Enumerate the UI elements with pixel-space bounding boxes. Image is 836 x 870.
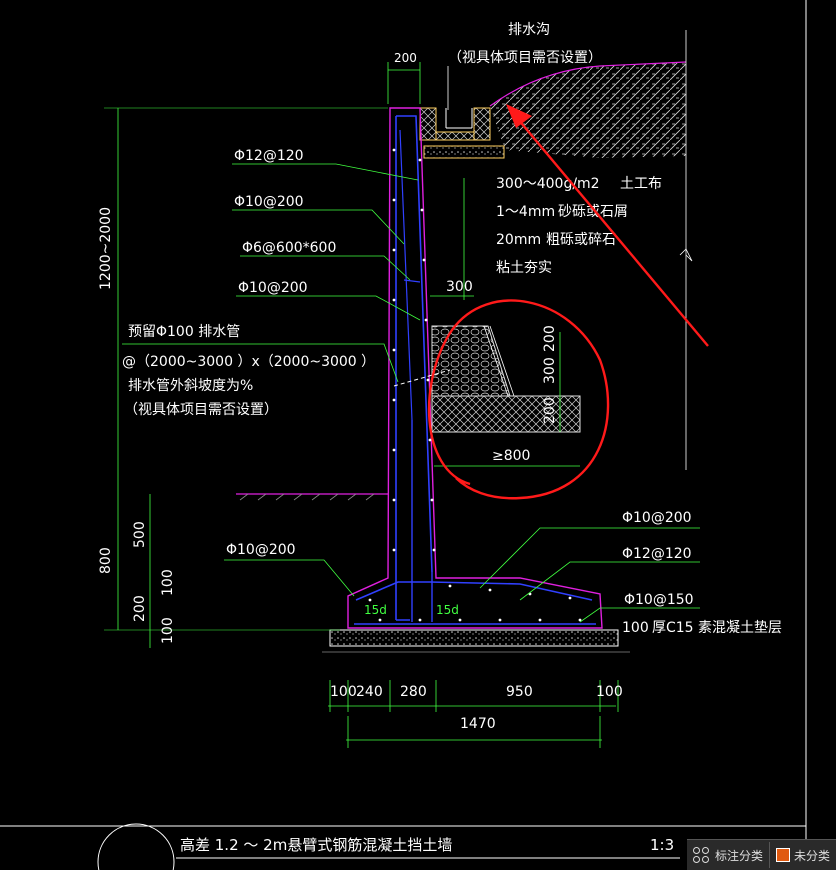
bottom-dim-4: 950 xyxy=(506,684,533,700)
annotation-toolbar: 标注分类 未分类 xyxy=(686,839,836,870)
unclassified-label: 未分类 xyxy=(793,848,830,863)
drain-ditch-title: 排水沟 xyxy=(508,22,550,38)
drawing-title: 高差 1.2 ～ 2m悬臂式钢筋混凝土挡土墙 xyxy=(180,836,452,854)
left-dim-lower: 200 xyxy=(132,595,148,622)
base-rebar-label-1: Φ10@200 xyxy=(622,510,692,526)
wall-rebar-inner xyxy=(396,115,433,573)
filter-width-label: ≥800 xyxy=(492,448,530,464)
geotextile-spec: 300～400g/m2 xyxy=(496,176,600,192)
retaining-wall-drawing: 排水沟 （视具体项目需否设置） 200 15d 15d 200 300 200 … xyxy=(0,0,807,870)
title-circle xyxy=(97,823,175,870)
rebar-label-3: Φ6@600*600 xyxy=(242,240,336,256)
bottom-dim-5: 100 xyxy=(596,684,623,700)
drawing-scale: 1:3 xyxy=(650,836,674,854)
left-dim-total: 800 xyxy=(98,547,114,574)
classify-label: 标注分类 xyxy=(714,848,763,863)
bottom-dim-3: 280 xyxy=(400,684,427,700)
gravel-spec: 20mm xyxy=(496,232,541,248)
anchor-label-left: 15d xyxy=(364,603,387,617)
drain-pipe-line4: （视具体项目需否设置） xyxy=(124,402,278,418)
wall-rebar-diag xyxy=(399,129,421,421)
dim-300-label: 300 xyxy=(446,279,473,295)
classify-button[interactable]: 标注分类 xyxy=(687,842,769,868)
drain-ditch xyxy=(419,107,505,159)
filter-dim-c: 200 xyxy=(542,397,558,424)
cad-canvas[interactable]: 排水沟 （视具体项目需否设置） 200 15d 15d 200 300 200 … xyxy=(0,0,836,870)
cushion-desc: 厚C15 素混凝土垫层 xyxy=(652,620,782,636)
drain-pipe-line3: 排水管外斜坡度为% xyxy=(128,378,253,394)
bottom-dim-1: 100 xyxy=(330,684,357,700)
rebar-label-2: Φ10@200 xyxy=(234,194,304,210)
height-range-label: 1200~2000 xyxy=(98,207,114,290)
cushion-layer xyxy=(329,629,619,647)
drain-pipe-line2: @（2000~3000 ）x（2000~3000 ） xyxy=(122,354,375,370)
unclassified-button[interactable]: 未分类 xyxy=(768,842,836,868)
backfill-soil-hatch xyxy=(490,62,686,158)
left-dim-base: 100 xyxy=(160,617,176,644)
unclassified-swatch-icon xyxy=(775,848,790,862)
sand-name: 砂砾或石屑 xyxy=(558,204,628,220)
left-dim-upper: 500 xyxy=(132,521,148,548)
base-rebar-leaders xyxy=(479,527,700,623)
base-rebar-label-3: Φ10@150 xyxy=(624,592,694,608)
anchor-label-right: 15d xyxy=(436,603,459,617)
rebar-label-1: Φ12@120 xyxy=(234,148,304,164)
left-base-rebar-leader xyxy=(224,559,355,597)
left-base-rebar-label: Φ10@200 xyxy=(226,542,296,558)
dim-top-200: 200 xyxy=(394,51,417,65)
geotextile-name: 土工布 xyxy=(620,176,662,192)
ground-hatch-left xyxy=(239,493,375,501)
base-rebar-label-2: Φ12@120 xyxy=(622,546,692,562)
drain-ditch-note: （视具体项目需否设置） xyxy=(448,50,602,66)
clay-label: 粘土夯实 xyxy=(496,260,552,276)
rebar-label-4: Φ10@200 xyxy=(238,280,308,296)
left-dim-mid: 100 xyxy=(160,569,176,596)
sand-spec: 1～4mm xyxy=(496,204,555,220)
filter-dim-a: 200 xyxy=(542,325,558,352)
filter-dim-b: 300 xyxy=(542,357,558,384)
grid-icon xyxy=(692,847,709,863)
total-width-label: 1470 xyxy=(460,716,496,732)
bottom-dim-2: 240 xyxy=(356,684,383,700)
anchor-rebar xyxy=(396,420,433,622)
gravel-name: 粗砾或碎石 xyxy=(546,232,616,248)
cushion-thickness: 100 xyxy=(622,620,649,636)
drain-pipe-line1: 预留Φ100 排水管 xyxy=(128,324,240,340)
